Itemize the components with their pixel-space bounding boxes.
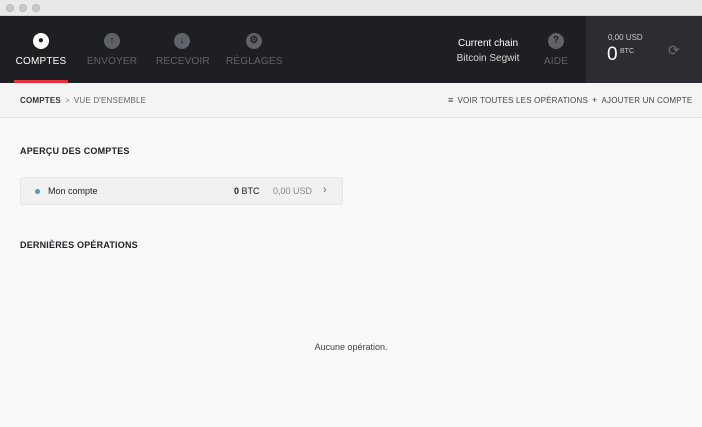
nav-tab-label: RÉGLAGES [226, 56, 283, 67]
chevron-right-icon: › [323, 184, 327, 196]
add-account-label: AJOUTER UN COMPTE [601, 96, 693, 105]
nav-tab-label: RECEVOIR [156, 56, 210, 67]
nav-tab-aide[interactable]: ? AIDE [538, 16, 574, 83]
recent-operations-title: DERNIÈRES OPÉRATIONS [20, 240, 138, 250]
account-name: Mon compte [48, 186, 98, 196]
balance-amount: 0 [607, 44, 618, 65]
account-btc-unit: BTC [241, 186, 260, 196]
top-navigation: ● COMPTES ↑ ENVOYER ↓ RECEVOIR ⚙ RÉGLAGE… [0, 16, 702, 83]
view-all-operations-label: VOIR TOUTES LES OPÉRATIONS [457, 96, 589, 105]
balance-usd: 0,00 USD [608, 33, 643, 42]
balance-currency: BTC [620, 48, 634, 55]
nav-tab-label: COMPTES [15, 56, 67, 67]
receive-arrow-down-icon: ↓ [174, 33, 190, 49]
nav-tab-envoyer[interactable]: ↑ ENVOYER [86, 16, 138, 83]
add-account-button[interactable]: + AJOUTER UN COMPTE [592, 95, 692, 105]
send-arrow-up-icon: ↑ [104, 33, 120, 49]
current-chain-label: Current chain [457, 38, 519, 49]
breadcrumb-current: VUE D'ENSEMBLE [73, 96, 147, 105]
main-content: APERÇU DES COMPTES Mon compte 0 BTC 0,00… [0, 118, 702, 427]
nav-tab-recevoir[interactable]: ↓ RECEVOIR [156, 16, 210, 83]
plus-icon: + [592, 95, 598, 105]
breadcrumb-bar: COMPTES > VUE D'ENSEMBLE ≡ VOIR TOUTES LES … [0, 83, 702, 118]
breadcrumb-root[interactable]: COMPTES [20, 96, 61, 105]
accounts-icon: ● [33, 33, 49, 49]
minimize-window-button[interactable] [19, 4, 27, 12]
close-window-button[interactable] [6, 4, 14, 12]
zoom-window-button[interactable] [32, 4, 40, 12]
breadcrumb-separator: > [64, 96, 70, 105]
account-row[interactable]: Mon compte 0 BTC 0,00 USD › [20, 177, 343, 205]
settings-gear-icon: ⚙ [246, 33, 262, 49]
window-titlebar [0, 0, 702, 16]
empty-operations-message: Aucune opération. [314, 342, 388, 352]
account-usd-balance: 0,00 USD [273, 186, 313, 196]
account-color-dot [35, 189, 40, 194]
account-btc-balance: 0 BTC [234, 186, 260, 196]
list-lines-icon: ≡ [448, 95, 454, 105]
refresh-sync-icon[interactable]: ⟳ [668, 42, 680, 59]
nav-tab-reglages[interactable]: ⚙ RÉGLAGES [226, 16, 282, 83]
nav-tab-label: AIDE [543, 56, 569, 67]
help-question-icon: ? [548, 33, 564, 49]
current-chain-selector[interactable]: Current chain Bitcoin Segwit [438, 36, 538, 66]
view-all-operations-button[interactable]: ≡ VOIR TOUTES LES OPÉRATIONS [448, 95, 588, 105]
breadcrumb: COMPTES > VUE D'ENSEMBLE [20, 96, 146, 105]
nav-tab-comptes[interactable]: ● COMPTES [14, 16, 68, 83]
account-btc-amount: 0 [234, 186, 240, 196]
current-chain-name: Bitcoin Segwit [456, 53, 520, 64]
nav-tab-label: ENVOYER [86, 56, 138, 67]
accounts-overview-title: APERÇU DES COMPTES [20, 146, 130, 156]
total-balance-panel: 0,00 USD 0 BTC ⟳ [586, 16, 702, 83]
